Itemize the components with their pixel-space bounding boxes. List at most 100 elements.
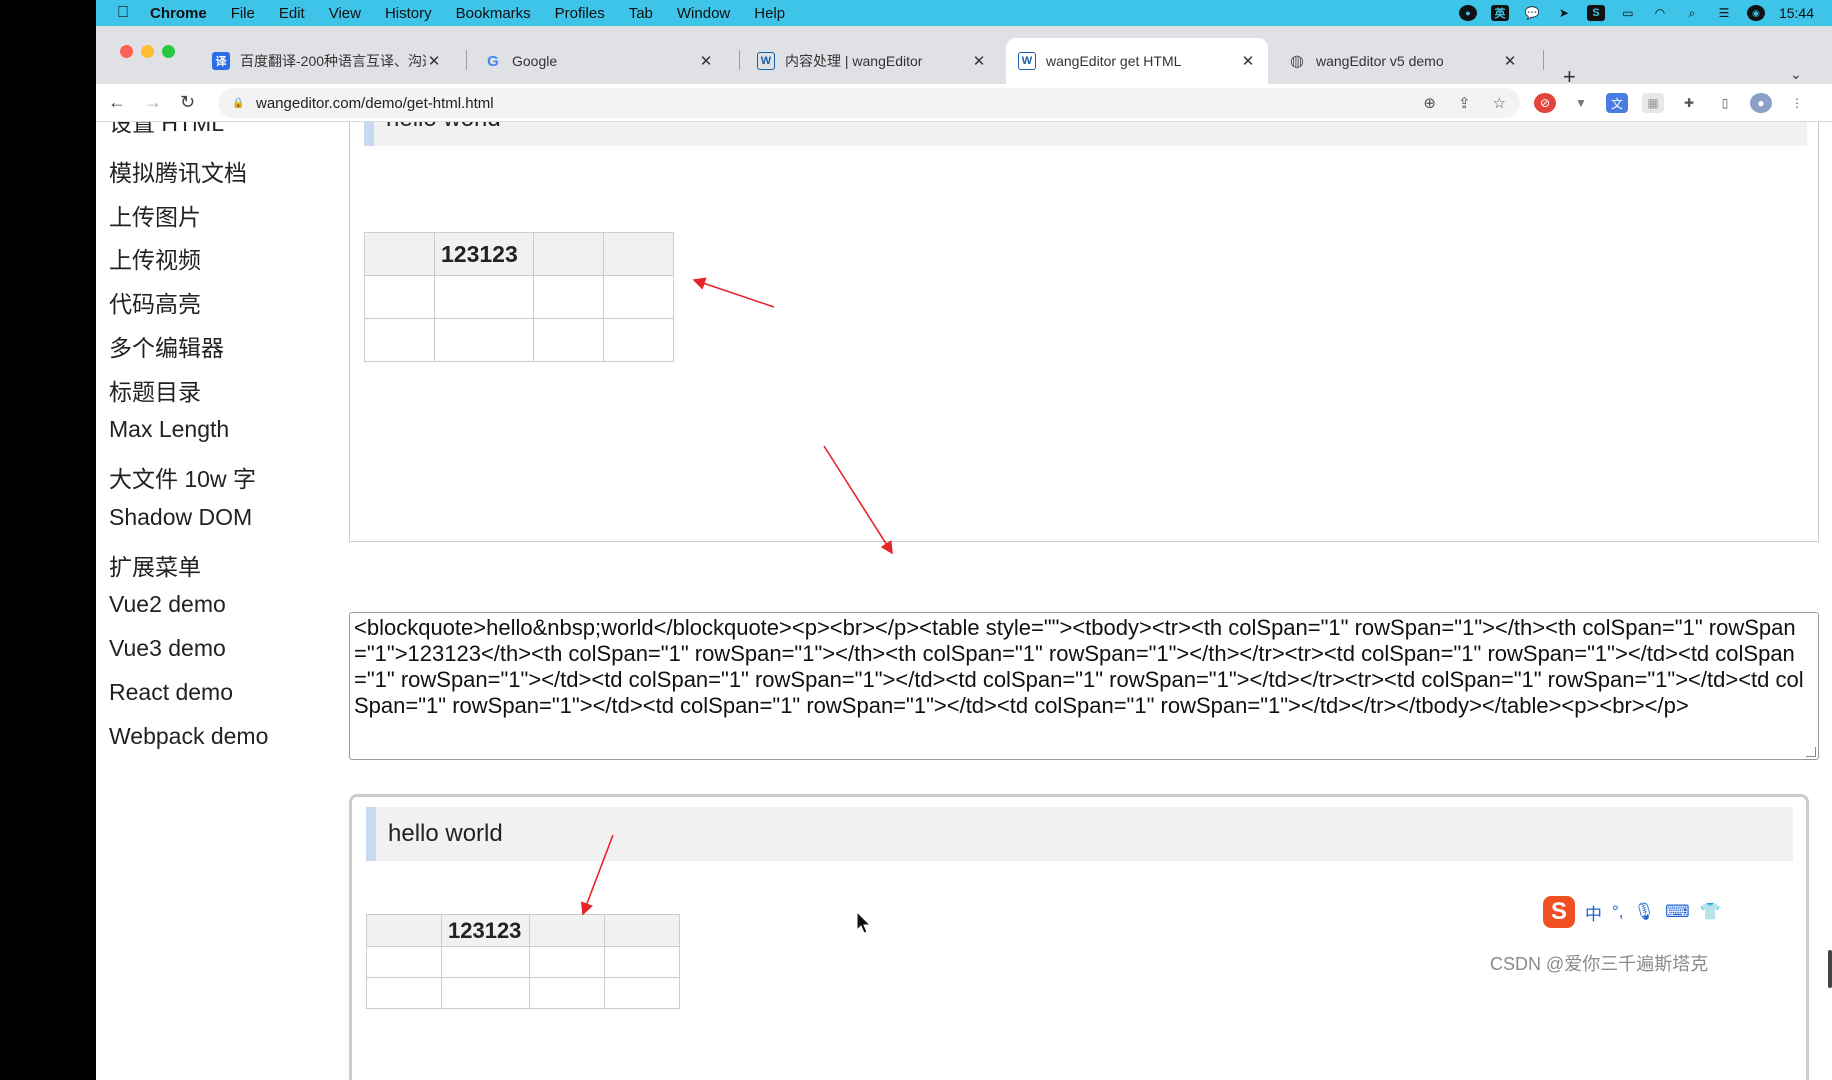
editor-blockquote[interactable]: hello world [364, 122, 1807, 146]
reload-icon[interactable]: ↻ [180, 92, 195, 113]
preview-blockquote[interactable]: hello world [366, 807, 1793, 861]
sidebar-item-react-demo[interactable]: React demo [109, 679, 233, 706]
table-cell[interactable] [366, 977, 442, 1009]
address-url[interactable]: wangeditor.com/demo/get-html.html [256, 95, 494, 112]
preview-blockquote-text[interactable]: hello world [388, 820, 503, 848]
table-cell[interactable] [529, 946, 605, 978]
scrollbar-thumb[interactable] [1828, 950, 1832, 988]
microphone-icon[interactable]: 🎙 [1634, 902, 1656, 922]
skin-shirt-icon[interactable]: 👕 [1700, 902, 1721, 922]
minimize-window-button[interactable] [141, 45, 154, 58]
preview-editor-area[interactable]: hello world 123123 [349, 794, 1809, 1080]
menubar-history[interactable]: History [373, 5, 444, 22]
ime-punctuation-toggle[interactable]: °, [1612, 902, 1624, 922]
sidebar-item-large-file[interactable]: 大文件 10w 字 [109, 460, 256, 494]
share-icon[interactable]: ⇪ [1458, 94, 1471, 112]
menubar-help[interactable]: Help [742, 5, 797, 22]
preview-table[interactable]: 123123 [366, 914, 680, 1009]
sogou-logo-icon[interactable]: S [1543, 896, 1575, 928]
menubar-file[interactable]: File [219, 5, 267, 22]
resize-handle-icon[interactable] [1806, 747, 1816, 757]
wifi-icon[interactable]: ◠ [1651, 5, 1669, 21]
table-cell[interactable] [434, 318, 534, 362]
sidebar-item-shadow-dom[interactable]: Shadow DOM [109, 504, 252, 531]
tab-get-html[interactable]: W wangEditor get HTML ✕ [1006, 38, 1268, 84]
tab-content-processing[interactable]: W 内容处理 | wangEditor ✕ [745, 38, 999, 84]
zoom-window-button[interactable] [162, 45, 175, 58]
ime-mode-toggle[interactable]: 中 [1585, 900, 1602, 925]
tab-baidu-translate[interactable]: 译 百度翻译-200种语言互译、沟通全 ✕ [200, 38, 454, 84]
table-cell[interactable] [366, 946, 442, 978]
blockquote-text[interactable]: hello world [386, 122, 501, 133]
menubar-bookmarks[interactable]: Bookmarks [444, 5, 543, 22]
extensions-puzzle-icon[interactable]: ✚ [1678, 93, 1700, 113]
editor-area[interactable]: hello world 123123 [349, 122, 1819, 542]
table-header-cell[interactable] [604, 914, 680, 947]
table-cell[interactable] [603, 275, 674, 319]
table-cell[interactable] [441, 946, 530, 978]
menubar-profiles[interactable]: Profiles [543, 5, 617, 22]
extension-block-icon[interactable]: ⊘ [1534, 93, 1556, 113]
menubar-tab[interactable]: Tab [617, 5, 665, 22]
zoom-icon[interactable]: ⊕ [1423, 94, 1436, 112]
menubar-view[interactable]: View [317, 5, 373, 22]
table-header-cell[interactable] [366, 914, 442, 947]
sidebar-item-tencent-docs[interactable]: 模拟腾讯文档 [109, 154, 247, 188]
apple-icon[interactable]:  [108, 4, 138, 22]
spotlight-search-icon[interactable]: ⌕ [1683, 5, 1701, 21]
profile-avatar[interactable]: ● [1750, 93, 1772, 113]
control-center-icon[interactable]: ☰ [1715, 5, 1733, 21]
keyboard-icon[interactable]: ⌨ [1665, 902, 1690, 922]
menubar-app-name[interactable]: Chrome [138, 5, 219, 22]
back-arrow-icon[interactable]: ← [108, 92, 126, 113]
menubar-edit[interactable]: Edit [267, 5, 317, 22]
table-cell[interactable] [364, 275, 435, 319]
side-panel-icon[interactable]: ▯ [1714, 93, 1736, 113]
tab-google[interactable]: G Google ✕ [472, 38, 726, 84]
table-cell[interactable] [603, 318, 674, 362]
sidebar-item-code-highlight[interactable]: 代码高亮 [109, 285, 201, 319]
extension-translate-icon[interactable]: 文 [1606, 93, 1628, 113]
wechat-icon[interactable]: 💬 [1523, 5, 1541, 21]
sidebar-item-set-html[interactable]: 设置 HTML [109, 122, 224, 138]
tab-close-icon[interactable]: ✕ [426, 52, 442, 70]
sidebar-item-multiple-editors[interactable]: 多个编辑器 [109, 329, 224, 363]
battery-icon[interactable]: ▭ [1619, 5, 1637, 21]
table-header-cell[interactable] [603, 232, 674, 276]
table-cell[interactable] [604, 946, 680, 978]
tab-close-icon[interactable]: ✕ [1502, 52, 1518, 70]
send-icon[interactable]: ➤ [1555, 5, 1573, 21]
table-cell[interactable] [364, 318, 435, 362]
editor-table[interactable]: 123123 [364, 232, 674, 362]
sidebar-item-extend-menu[interactable]: 扩展菜单 [109, 548, 201, 582]
siri-icon[interactable]: ◉ [1746, 5, 1765, 21]
sidebar-item-vue3-demo[interactable]: Vue3 demo [109, 635, 226, 662]
sidebar-item-upload-image[interactable]: 上传图片 [109, 198, 201, 232]
bookmark-star-icon[interactable]: ☆ [1493, 94, 1506, 112]
table-header-cell[interactable]: 123123 [434, 232, 534, 276]
table-header-cell[interactable] [529, 914, 605, 947]
html-output-textarea[interactable]: <blockquote>hello&nbsp;world</blockquote… [349, 612, 1819, 760]
table-cell[interactable] [533, 318, 604, 362]
sidebar-item-max-length[interactable]: Max Length [109, 416, 229, 443]
close-window-button[interactable] [120, 45, 133, 58]
sidebar-item-upload-video[interactable]: 上传视频 [109, 241, 201, 275]
forward-arrow-icon[interactable]: → [144, 92, 162, 113]
sogou-icon[interactable]: S [1586, 5, 1605, 21]
extension-grid-icon[interactable]: ▦ [1642, 93, 1664, 113]
tab-close-icon[interactable]: ✕ [971, 52, 987, 70]
record-icon[interactable]: ● [1458, 5, 1477, 21]
table-cell[interactable] [441, 977, 530, 1009]
table-cell[interactable] [533, 275, 604, 319]
table-cell[interactable] [434, 275, 534, 319]
address-bar[interactable]: 🔒 wangeditor.com/demo/get-html.html ⊕ ⇪ … [218, 88, 1520, 118]
tab-close-icon[interactable]: ✕ [1240, 52, 1256, 70]
tab-close-icon[interactable]: ✕ [698, 52, 714, 70]
menubar-window[interactable]: Window [665, 5, 742, 22]
lock-icon[interactable]: 🔒 [232, 98, 244, 109]
input-source-indicator[interactable]: 英 [1490, 5, 1509, 21]
table-header-cell[interactable] [533, 232, 604, 276]
tab-search-chevron-icon[interactable]: ⌄ [1790, 66, 1802, 83]
table-cell[interactable] [529, 977, 605, 1009]
table-header-cell[interactable]: 123123 [441, 914, 530, 947]
